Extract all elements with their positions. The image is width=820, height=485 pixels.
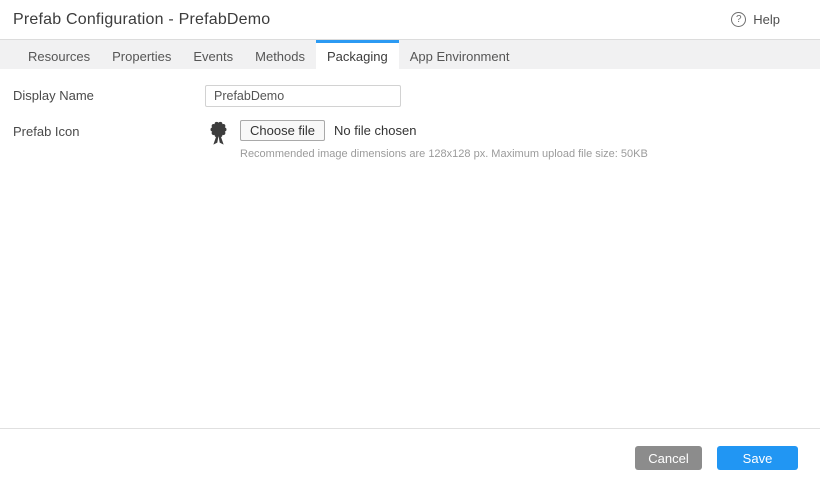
help-button[interactable]: ? Help xyxy=(731,12,780,27)
save-button[interactable]: Save xyxy=(717,446,798,470)
tab-methods[interactable]: Methods xyxy=(244,40,316,69)
file-input: Choose file No file chosen xyxy=(240,120,648,141)
help-question-icon: ? xyxy=(731,12,747,27)
display-name-label: Display Name xyxy=(13,88,94,103)
choose-file-button[interactable]: Choose file xyxy=(240,120,326,141)
prefab-icon-row: Prefab Icon Choose file No file chosen R… xyxy=(13,119,820,160)
help-label: Help xyxy=(753,12,780,27)
tab-properties[interactable]: Properties xyxy=(101,40,182,69)
upload-hint-text: Recommended image dimensions are 128x128… xyxy=(240,148,648,160)
tab-bar: Resources Properties Events Methods Pack… xyxy=(0,40,820,69)
prefab-icon-field: Choose file No file chosen Recommended i… xyxy=(205,119,648,160)
cancel-button[interactable]: Cancel xyxy=(635,446,702,470)
page-title: Prefab Configuration - PrefabDemo xyxy=(13,10,271,28)
packaging-tab-panel: Display Name Prefab Icon xyxy=(0,69,820,428)
file-status-text: No file chosen xyxy=(334,123,417,138)
dialog-header: Prefab Configuration - PrefabDemo ? Help xyxy=(0,0,820,40)
file-upload-block: Choose file No file chosen Recommended i… xyxy=(240,119,648,160)
display-name-row: Display Name xyxy=(13,85,820,107)
prefab-icon-label: Prefab Icon xyxy=(13,124,80,139)
tab-resources[interactable]: Resources xyxy=(17,40,101,69)
display-name-input[interactable] xyxy=(205,85,401,107)
tab-app-environment[interactable]: App Environment xyxy=(399,40,521,69)
award-ribbon-icon xyxy=(210,121,227,145)
dialog-footer: Cancel Save xyxy=(0,428,820,485)
tab-packaging[interactable]: Packaging xyxy=(316,40,399,69)
tab-events[interactable]: Events xyxy=(182,40,244,69)
